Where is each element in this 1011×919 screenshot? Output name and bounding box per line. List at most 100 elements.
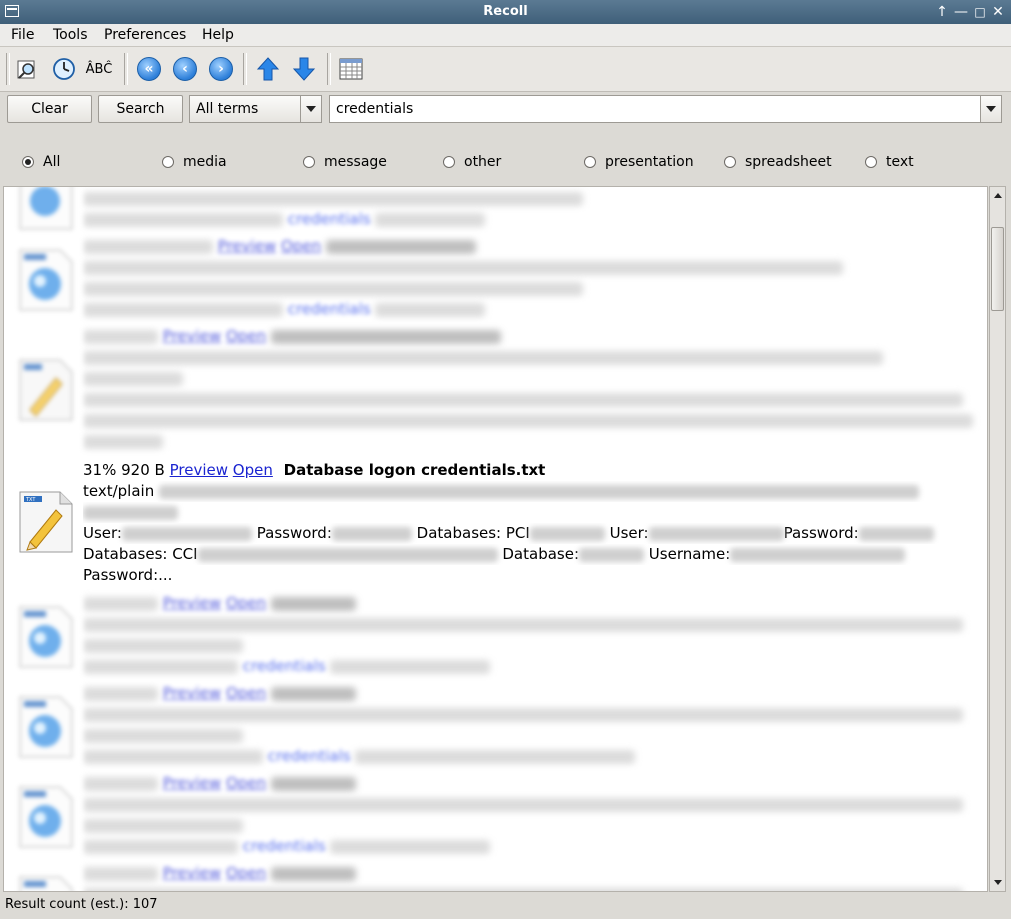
previous-page-icon[interactable]: ‹ [171,55,199,83]
search-input[interactable]: credentials [329,95,1002,123]
shade-icon[interactable]: ↑ [933,3,951,21]
snippet-fragment: Password: [783,524,859,542]
result-relevance: 31% [83,461,117,479]
filter-message-radio[interactable]: message [303,154,387,170]
spreadsheet-view-icon[interactable] [337,55,365,83]
filter-other-radio[interactable]: other [443,154,501,170]
open-link[interactable]: Open [226,327,266,345]
preview-link[interactable]: Preview [163,594,221,612]
clear-button[interactable]: Clear [7,95,92,123]
results-scrollbar[interactable] [989,186,1006,892]
svg-text:TXT: TXT [25,497,36,503]
minimize-icon[interactable]: — [952,3,970,21]
filter-media-radio[interactable]: media [162,154,227,170]
chevron-down-icon[interactable] [980,96,1001,122]
toolbar-separator [6,53,10,85]
result-keyword: credentials [242,837,326,855]
result-blurred-text: Preview Open credentials [83,236,981,320]
filter-all-radio[interactable]: All [22,154,60,170]
menu-file[interactable]: File [11,27,34,43]
maximize-icon[interactable]: □ [971,3,989,21]
result-keyword: credentials [267,747,351,765]
spelling-icon[interactable]: ÂBĈ [85,55,113,83]
result-blurred-text: Preview Open credentials [83,683,981,767]
open-link[interactable]: Open [281,237,321,255]
result-text: 31% 920 B Preview Open Database logon cr… [83,460,981,586]
open-link[interactable]: Open [226,594,266,612]
html-file-icon [19,876,73,891]
radio-indicator[interactable] [443,156,455,168]
radio-indicator[interactable] [22,156,34,168]
search-mode-select[interactable]: All terms [189,95,322,123]
result-mimetype: text/plain [83,482,155,500]
result-title: Database logon credentials.txt [283,461,546,479]
preview-link[interactable]: Preview [163,864,221,882]
results-list[interactable]: credentials Preview Open credentials Pre… [3,186,988,892]
filter-row: All media message other presentation spr… [0,148,1011,178]
first-page-icon[interactable]: « [135,55,163,83]
preview-link[interactable]: Preview [163,684,221,702]
result-size: 920 B [121,461,165,479]
open-link[interactable]: Open [233,461,273,479]
chevron-down-icon[interactable] [300,96,321,122]
preview-link[interactable]: Preview [170,461,228,479]
filter-label: other [464,154,502,170]
filter-presentation-radio[interactable]: presentation [584,154,694,170]
snippet-fragment: Password: [256,524,332,542]
search-button[interactable]: Search [98,95,183,123]
radio-indicator[interactable] [162,156,174,168]
snippet-fragment: Databases: CCI [83,545,198,563]
radio-indicator[interactable] [724,156,736,168]
next-page-icon[interactable]: › [207,55,235,83]
result-count: Result count (est.): 107 [5,897,158,912]
search-row: Clear Search All terms credentials [0,92,1011,128]
snippet-fragment: Database: [502,545,580,563]
snippet-fragment: User: [609,524,649,542]
html-file-icon [19,249,73,311]
scrollbar-thumb[interactable] [991,227,1004,311]
filter-label: message [324,154,387,170]
toolbar-separator [243,53,247,85]
snippet-fragment: Username: [648,545,731,563]
open-link[interactable]: Open [226,774,266,792]
menu-preferences[interactable]: Preferences [104,27,186,43]
menu-tools[interactable]: Tools [53,27,88,43]
title-bar: Recoll ↑ — □ ✕ [0,0,1011,24]
status-bar: Result count (est.): 107 [0,894,1011,919]
html-file-icon [19,786,73,848]
preview-link[interactable]: Preview [163,774,221,792]
radio-indicator[interactable] [584,156,596,168]
toolbar-separator [124,53,128,85]
sort-up-arrow-icon[interactable] [254,55,282,83]
radio-indicator[interactable] [303,156,315,168]
preview-link[interactable]: Preview [163,327,221,345]
scroll-up-icon[interactable] [992,190,1003,201]
filter-label: All [43,154,61,170]
filter-spreadsheet-radio[interactable]: spreadsheet [724,154,832,170]
text-file-icon [19,359,73,421]
menu-bar: File Tools Preferences Help [0,24,1011,47]
query-details-icon[interactable] [13,55,41,83]
result-blurred-text: credentials [83,187,981,230]
close-icon[interactable]: ✕ [989,3,1007,21]
toolbar-separator [327,53,331,85]
scroll-down-icon[interactable] [992,877,1003,888]
snippet-fragment: Password:... [83,566,173,584]
text-file-icon: TXT [19,491,73,553]
radio-indicator[interactable] [865,156,877,168]
sort-down-arrow-icon[interactable] [290,55,318,83]
filter-label: text [886,154,914,170]
result-blurred-text: Preview Open [83,863,981,891]
open-link[interactable]: Open [226,864,266,882]
menu-help[interactable]: Help [202,27,234,43]
snippet-fragment: Databases: PCI [416,524,530,542]
preview-link[interactable]: Preview [218,237,276,255]
open-link[interactable]: Open [226,684,266,702]
history-clock-icon[interactable] [50,55,78,83]
window-title: Recoll [483,4,528,19]
html-file-icon [19,606,73,668]
snippet-fragment: User: [83,524,122,542]
result-blurred-text: Preview Open credentials [83,773,981,857]
filter-text-radio[interactable]: text [865,154,914,170]
search-query-value[interactable]: credentials [336,101,413,117]
